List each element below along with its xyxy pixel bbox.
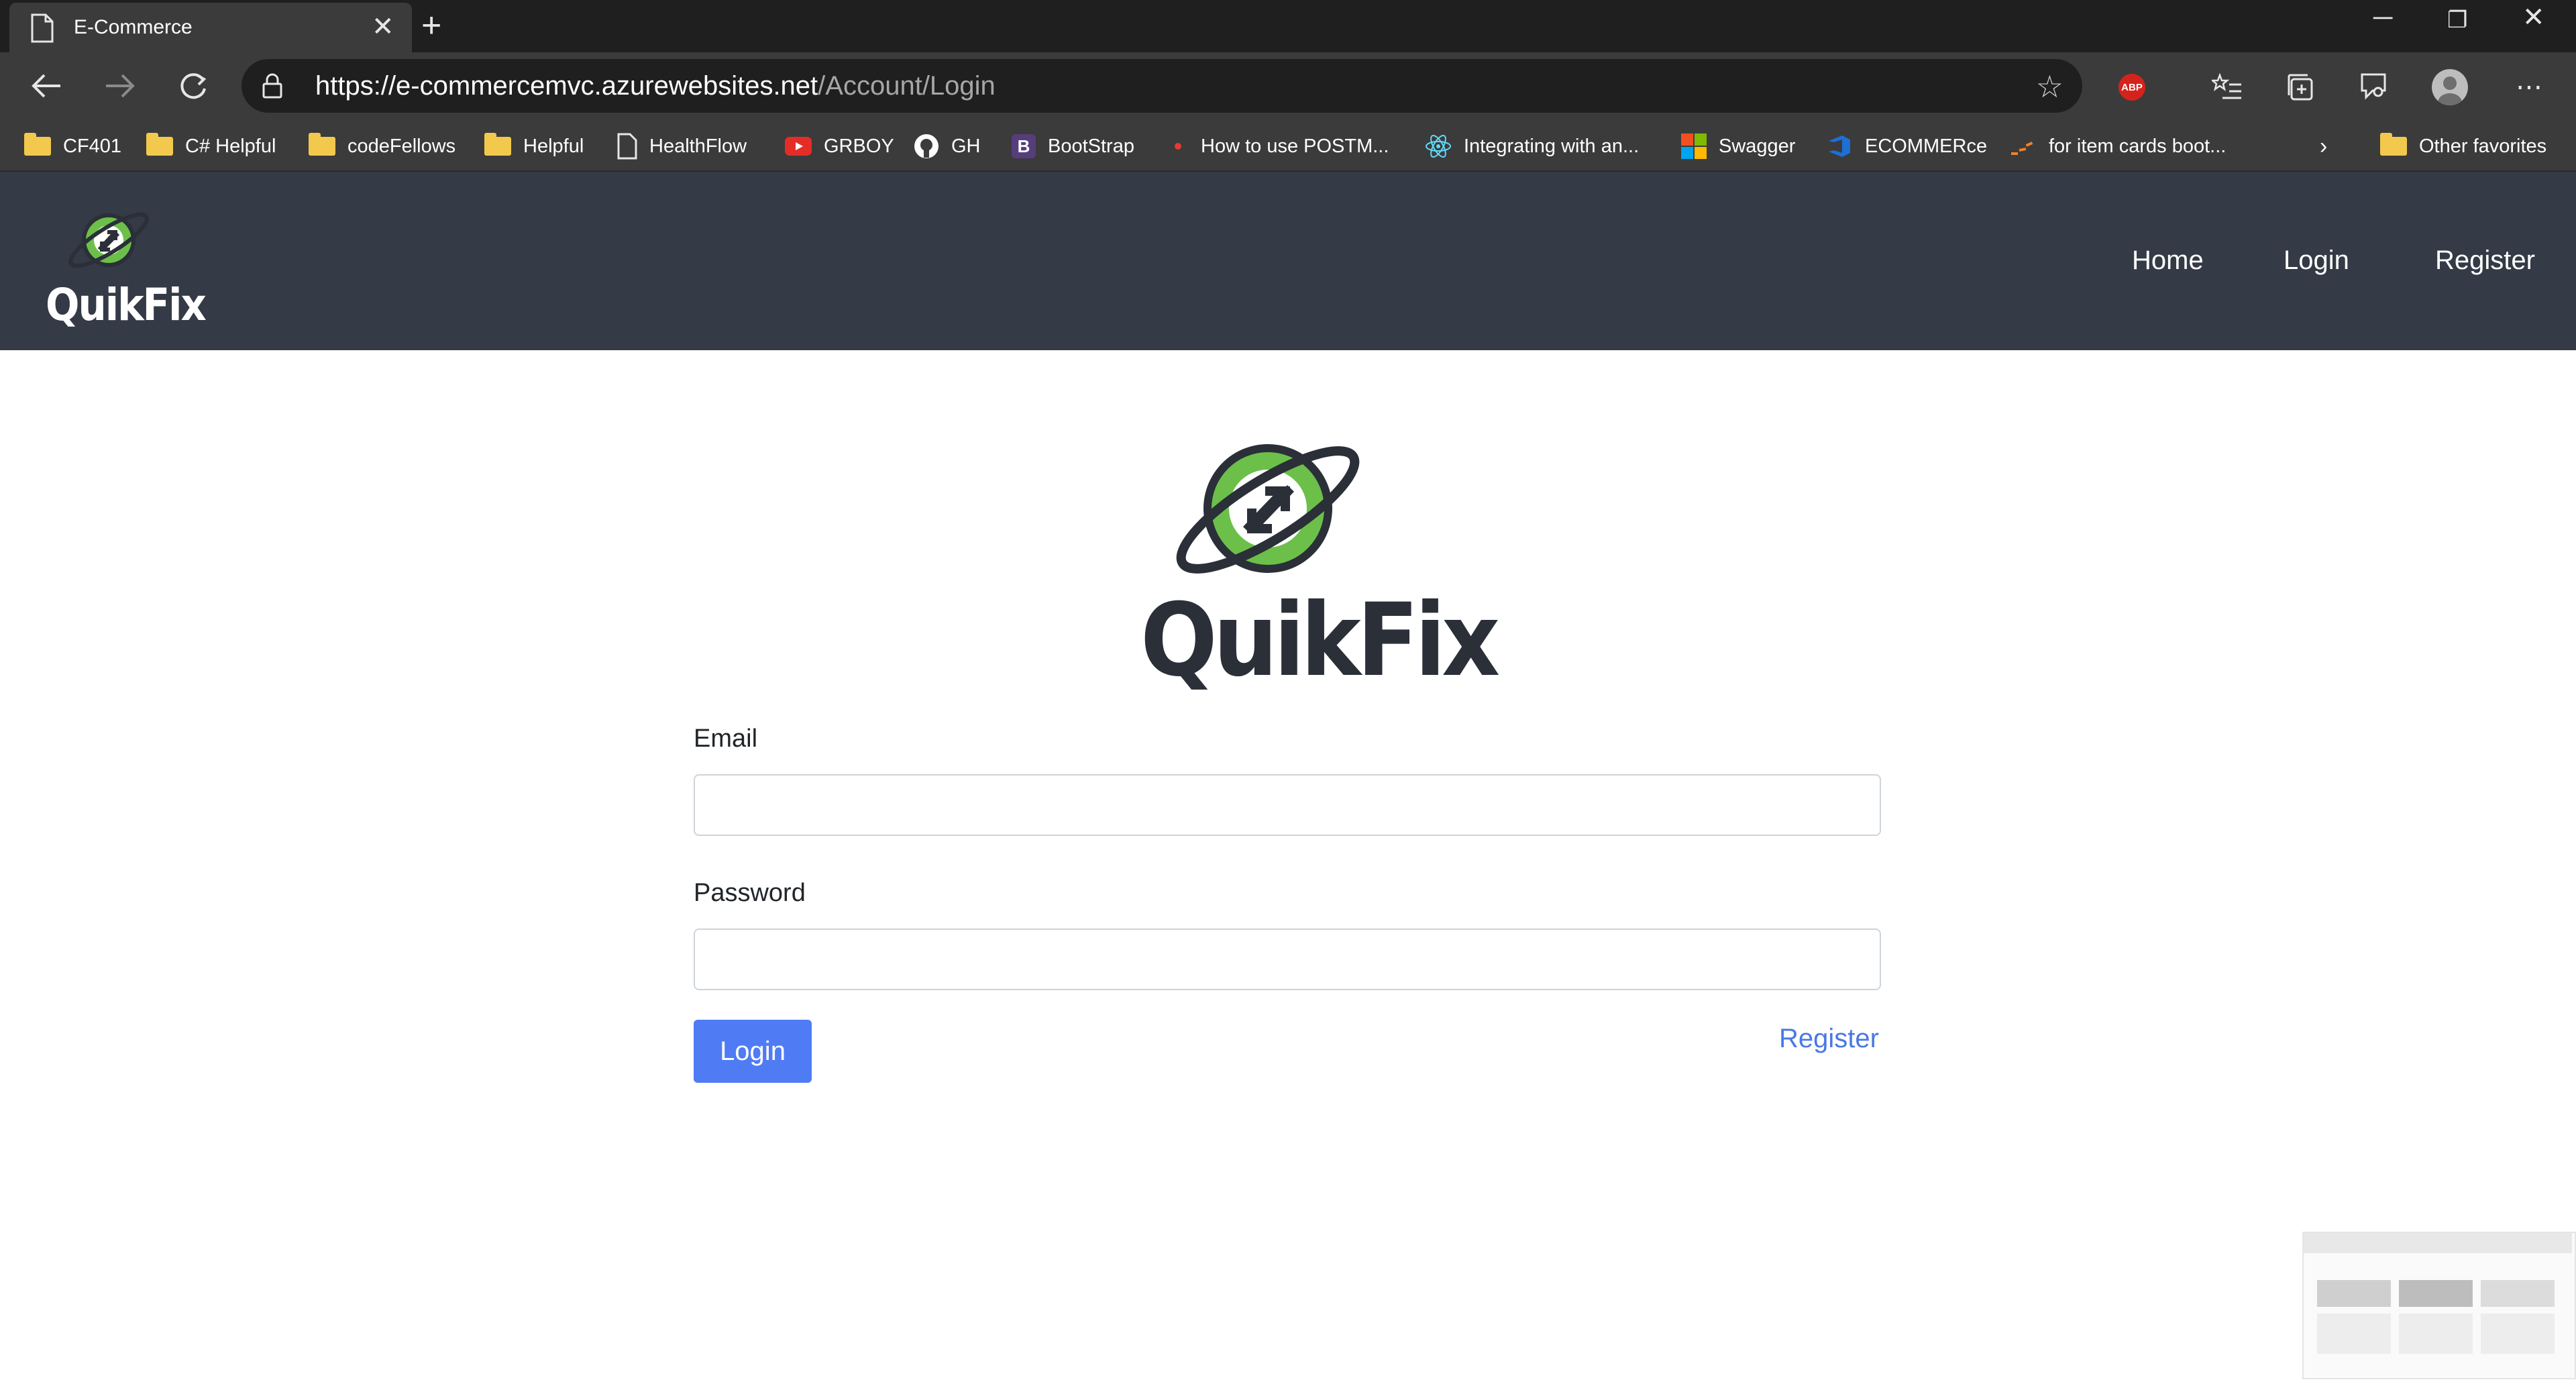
url-text: https://e-commercemvc.azurewebsites.net/… xyxy=(315,71,996,101)
email-label: Email xyxy=(694,725,758,753)
new-tab-icon[interactable]: + xyxy=(421,8,441,43)
bookmark-integrating[interactable]: Integrating with an... xyxy=(1425,122,1639,170)
bookmark-label: codeFellows xyxy=(347,135,456,157)
bookmark-gh[interactable]: GH xyxy=(914,122,981,170)
password-label: Password xyxy=(694,879,806,907)
bookmark-other-favorites[interactable]: Other favorites xyxy=(2380,122,2546,170)
brand-name: QuikFix xyxy=(46,279,207,331)
bookmark-cf401[interactable]: CF401 xyxy=(24,122,121,170)
adblock-plus-icon[interactable]: ABP xyxy=(2110,66,2153,109)
more-menu-icon[interactable]: ⋯ xyxy=(2508,66,2551,109)
bookmark-label: HealthFlow xyxy=(649,135,747,157)
bootstrap-icon: B xyxy=(1012,134,1036,158)
folder-icon xyxy=(2380,133,2407,156)
bookmark-csharp-helpful[interactable]: C# Helpful xyxy=(146,122,276,170)
youtube-icon xyxy=(785,137,812,156)
restore-icon[interactable]: ❐ xyxy=(2447,7,2467,34)
bookmark-swagger[interactable]: Swagger xyxy=(1681,122,1795,170)
site-navbar: QuikFix Home Login Register xyxy=(0,172,2576,350)
login-button[interactable]: Login xyxy=(694,1020,812,1083)
favorites-list-icon[interactable] xyxy=(2206,66,2249,109)
react-icon xyxy=(1426,135,1451,158)
bookmark-grboy[interactable]: GRBOY xyxy=(785,122,894,170)
bookmark-bootstrap[interactable]: B BootStrap xyxy=(1012,122,1134,170)
azure-devops-icon xyxy=(1829,136,1850,157)
bookmark-postman[interactable]: How to use POSTM... xyxy=(1167,122,1389,170)
page-icon xyxy=(31,13,54,46)
forward-icon[interactable] xyxy=(98,64,141,107)
login-logo-text: QuikFix xyxy=(1140,582,1500,699)
close-window-icon[interactable]: ✕ xyxy=(2522,4,2545,31)
stackoverflow-icon xyxy=(2011,142,2033,155)
back-icon[interactable] xyxy=(25,64,68,107)
brand-logo[interactable]: QuikFix xyxy=(43,205,207,331)
bookmarks-overflow-chevron-icon[interactable]: › xyxy=(2320,122,2327,170)
bookmarks-bar: CF401 C# Helpful codeFellows Helpful Hea… xyxy=(0,122,2576,172)
bookmark-label: Other favorites xyxy=(2419,135,2547,157)
refresh-icon[interactable] xyxy=(172,64,215,107)
github-icon xyxy=(914,134,938,158)
feedback-icon[interactable] xyxy=(2352,66,2395,109)
bookmark-label: BootStrap xyxy=(1048,135,1134,157)
bookmark-ecommerce[interactable]: ECOMMERce xyxy=(1826,122,1987,170)
folder-icon xyxy=(484,133,511,156)
address-bar[interactable]: https://e-commercemvc.azurewebsites.net/… xyxy=(241,59,2082,113)
quikfix-globe-icon xyxy=(68,212,149,268)
nav-home-link[interactable]: Home xyxy=(2132,246,2204,276)
nav-login-link[interactable]: Login xyxy=(2284,246,2349,276)
bookmark-label: Integrating with an... xyxy=(1464,135,1640,157)
folder-icon xyxy=(309,133,335,156)
bookmark-label: GRBOY xyxy=(824,135,894,157)
lock-icon xyxy=(262,72,283,103)
bookmark-item-cards[interactable]: for item cards boot... xyxy=(2010,122,2226,170)
minimize-icon[interactable]: ─ xyxy=(2373,4,2392,31)
browser-title-bar: E-Commerce ✕ + ─ ❐ ✕ xyxy=(0,0,2576,52)
folder-icon xyxy=(146,133,173,156)
browser-tab[interactable]: E-Commerce ✕ xyxy=(9,3,412,52)
page-icon xyxy=(617,133,637,160)
quikfix-globe-icon xyxy=(1176,444,1360,574)
bookmark-label: GH xyxy=(951,135,981,157)
bookmark-label: How to use POSTM... xyxy=(1201,135,1389,157)
browser-toolbar: https://e-commercemvc.azurewebsites.net/… xyxy=(0,52,2576,122)
favorite-star-icon[interactable]: ☆ xyxy=(2036,68,2063,105)
abp-badge: ABP xyxy=(2118,74,2145,101)
microsoft-icon xyxy=(1681,134,1707,159)
bookmark-label: ECOMMERce xyxy=(1865,135,1988,157)
bookmark-label: CF401 xyxy=(63,135,122,157)
folder-icon xyxy=(24,133,51,156)
nav-register-link[interactable]: Register xyxy=(2435,246,2535,276)
bookmark-label: Helpful xyxy=(523,135,584,157)
tab-title: E-Commerce xyxy=(74,16,193,38)
collections-icon[interactable] xyxy=(2279,66,2322,109)
record-icon xyxy=(1167,136,1189,157)
page-thumbnail-preview[interactable] xyxy=(2302,1232,2576,1379)
bookmark-helpful[interactable]: Helpful xyxy=(484,122,584,170)
bookmark-label: for item cards boot... xyxy=(2049,135,2226,157)
bookmark-healthflow[interactable]: HealthFlow xyxy=(617,122,747,170)
close-tab-icon[interactable]: ✕ xyxy=(372,12,394,42)
password-field[interactable] xyxy=(694,928,1881,990)
url-host: https://e-commercemvc.azurewebsites.net xyxy=(315,71,818,101)
url-path: /Account/Login xyxy=(818,71,996,101)
bookmark-codefellows[interactable]: codeFellows xyxy=(309,122,455,170)
profile-avatar-icon[interactable] xyxy=(2428,66,2471,109)
bookmark-label: Swagger xyxy=(1719,135,1796,157)
register-link[interactable]: Register xyxy=(1779,1024,1879,1054)
email-field[interactable] xyxy=(694,774,1881,836)
bookmark-label: C# Helpful xyxy=(185,135,276,157)
